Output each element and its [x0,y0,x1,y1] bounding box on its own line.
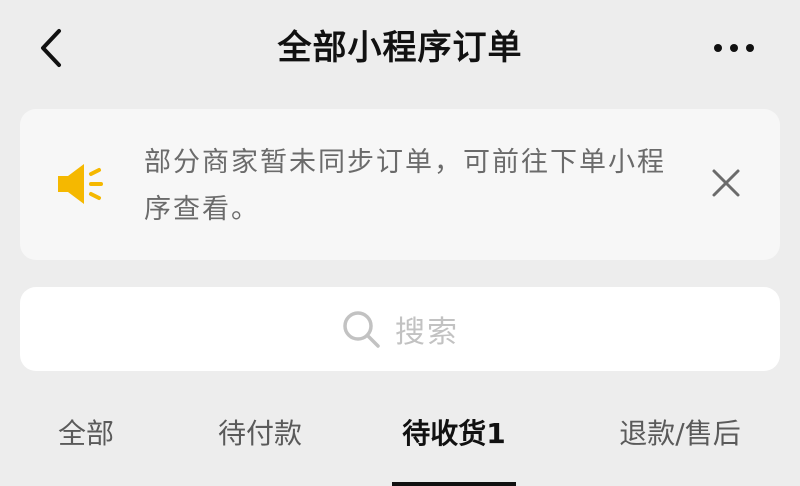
more-button[interactable] [704,22,764,74]
tab-pending-receipt[interactable]: 待收货1 [392,398,516,486]
notice-text: 部分商家暂未同步订单，可前往下单小程序查看。 [144,147,666,225]
page-title: 全部小程序订单 [277,28,523,68]
more-horizontal-icon [714,44,754,52]
search-input[interactable]: 搜索 [20,287,780,371]
search-placeholder: 搜索 [395,315,459,350]
tab-all[interactable]: 全部 [36,398,136,486]
tab-label: 待付款 [217,417,302,450]
close-icon [712,169,740,197]
notice-close-button[interactable] [704,161,748,205]
tab-label: 退款/售后 [619,417,741,450]
nav-bar: 全部小程序订单 [0,0,800,96]
tab-label: 待收货1 [402,417,506,450]
active-tab-indicator [392,482,516,486]
back-button[interactable] [26,22,78,74]
tab-refund-aftersale[interactable]: 退款/售后 [600,398,760,486]
order-tabs: 全部 待付款 待收货1 退款/售后 [0,398,800,486]
tab-pending-payment[interactable]: 待付款 [200,398,320,486]
search-icon [343,311,380,348]
chevron-left-icon [41,29,61,67]
notice-banner: 部分商家暂未同步订单，可前往下单小程序查看。 [20,109,780,260]
megaphone-icon [58,164,103,204]
tab-label: 全部 [57,417,114,450]
